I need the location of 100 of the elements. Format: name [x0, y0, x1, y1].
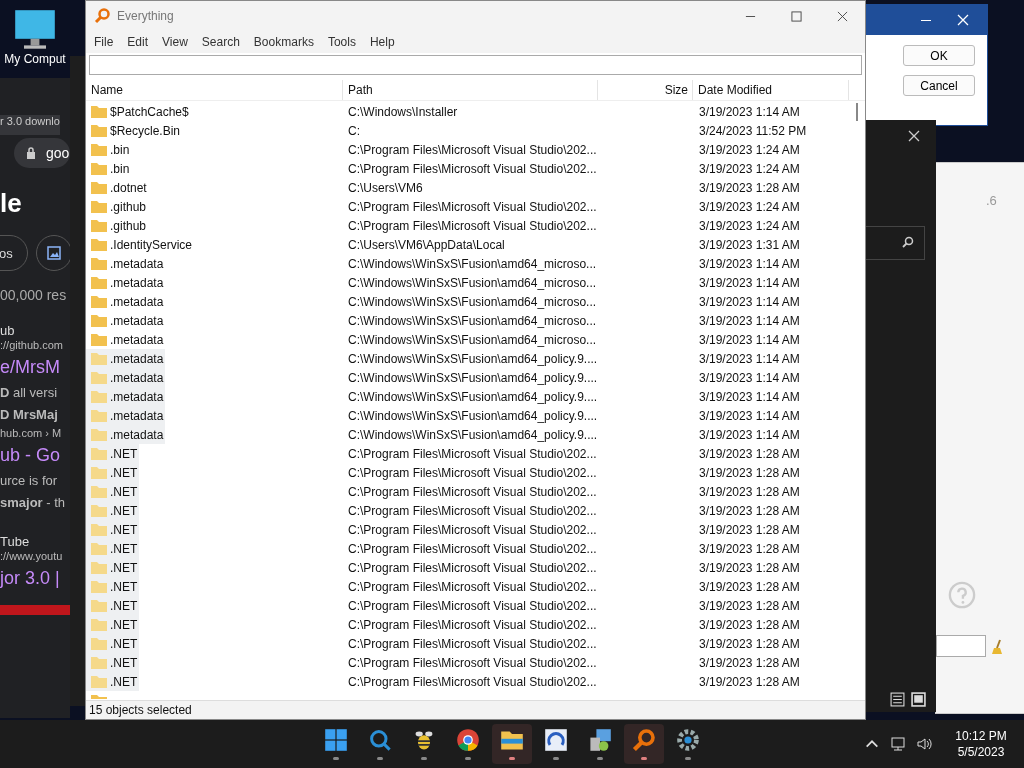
- file-name-cell[interactable]: .NET: [86, 539, 140, 558]
- browser-snippet-text: D MrsMaj: [0, 406, 58, 424]
- folder-icon: [91, 333, 107, 346]
- menu-item[interactable]: Bookmarks: [246, 35, 321, 49]
- date-cell-text: 3/19/2023 1:14 AM: [698, 313, 801, 328]
- folder-icon: [91, 618, 107, 631]
- file-name-cell[interactable]: .IdentityService: [86, 235, 195, 254]
- file-name-cell[interactable]: .NET: [86, 634, 140, 653]
- network-icon[interactable]: [890, 736, 906, 752]
- ok-button[interactable]: OK: [903, 45, 975, 66]
- file-name-cell[interactable]: .dotnet: [86, 178, 149, 197]
- file-name-cell[interactable]: .bin: [86, 140, 132, 159]
- volume-icon[interactable]: [916, 736, 932, 752]
- minimize-icon[interactable]: [921, 19, 931, 21]
- file-name-cell[interactable]: .bin: [86, 159, 132, 178]
- file-name-cell[interactable]: .NET: [86, 520, 140, 539]
- search-icon: [368, 728, 392, 752]
- date-cell-text: 3/19/2023 1:28 AM: [698, 541, 801, 556]
- folder-icon: [91, 238, 107, 251]
- date-cell-text: 3/19/2023 1:14 AM: [698, 351, 801, 366]
- path-cell-text: C:\Windows\Installer: [347, 104, 459, 119]
- folder-icon: [91, 200, 107, 213]
- file-name-cell[interactable]: .metadata: [86, 368, 166, 387]
- monitor-icon[interactable]: [13, 8, 57, 52]
- file-name-cell[interactable]: .NET: [86, 577, 140, 596]
- column-header[interactable]: Name: [86, 80, 343, 100]
- clock-time[interactable]: 10:12 PM: [955, 728, 1007, 744]
- input-field[interactable]: [936, 635, 986, 657]
- file-name-cell[interactable]: .NET: [86, 653, 140, 672]
- file-name-cell[interactable]: .metadata: [86, 406, 166, 425]
- file-name-cell[interactable]: .NET: [86, 501, 140, 520]
- close-icon[interactable]: [908, 130, 920, 142]
- file-name-cell[interactable]: .metadata: [86, 254, 166, 273]
- browser-link-text[interactable]: ub - Go: [0, 444, 61, 466]
- column-header[interactable]: Size: [598, 80, 693, 100]
- file-name-cell[interactable]: .metadata: [86, 349, 166, 368]
- date-cell-text: 3/19/2023 1:14 AM: [698, 370, 801, 385]
- file-name-cell[interactable]: .NET: [86, 672, 140, 691]
- file-name-cell[interactable]: .metadata: [86, 330, 166, 349]
- file-name-cell[interactable]: .metadata: [86, 311, 166, 330]
- folder-icon: [91, 504, 107, 517]
- file-name-cell[interactable]: .metadata: [86, 273, 166, 292]
- image-icon: [46, 246, 61, 260]
- desktop-icon-label[interactable]: My Comput: [4, 52, 66, 66]
- chrome-icon: [456, 728, 480, 752]
- file-name-cell[interactable]: $Recycle.Bin: [86, 121, 183, 140]
- file-name-cell[interactable]: .metadata: [86, 292, 166, 311]
- file-name-cell[interactable]: .metadata: [86, 425, 166, 444]
- browser-link-text[interactable]: jor 3.0 |: [0, 567, 60, 589]
- browser-link-text[interactable]: e/MrsM: [0, 356, 60, 378]
- menu-item[interactable]: Help: [362, 35, 402, 49]
- taskbar-button[interactable]: [492, 724, 532, 764]
- settings-icon: [676, 728, 700, 752]
- file-name-cell[interactable]: .NET: [86, 482, 140, 501]
- clock-date[interactable]: 5/5/2023: [957, 744, 1005, 760]
- close-icon: [836, 10, 848, 22]
- search-field[interactable]: [89, 55, 862, 75]
- folder-icon: [91, 257, 107, 270]
- folder-icon: [91, 124, 107, 137]
- menu-item[interactable]: Tools: [320, 35, 363, 49]
- video-thumbnail-strip: [0, 605, 70, 615]
- path-cell-text: C:\Program Files\Microsoft Visual Studio\202...: [347, 522, 598, 537]
- tile-view-icon[interactable]: [911, 692, 926, 707]
- menu-item[interactable]: Search: [194, 35, 247, 49]
- path-cell-text: C:\Program Files\Microsoft Visual Studio\202...: [347, 541, 598, 556]
- file-name-cell[interactable]: .NET: [86, 596, 140, 615]
- column-header[interactable]: Path: [343, 80, 598, 100]
- menu-item[interactable]: View: [155, 35, 195, 49]
- browser-site-text: ub: [0, 323, 15, 338]
- file-name-cell[interactable]: .NET: [86, 615, 140, 634]
- file-name-cell[interactable]: .metadata: [86, 387, 166, 406]
- list-view-icon[interactable]: [890, 692, 905, 707]
- file-name-cell[interactable]: .NET: [86, 444, 140, 463]
- date-cell-text: 3/19/2023 1:14 AM: [698, 294, 801, 309]
- path-cell-text: C:\Windows\WinSxS\Fusion\amd64_policy.9....: [347, 370, 598, 385]
- cloud-app-icon: [544, 728, 568, 752]
- folder-icon: [91, 447, 107, 460]
- control-panel-icon: [588, 728, 612, 752]
- date-cell-text: 3/19/2023 1:28 AM: [698, 503, 801, 518]
- file-name-cell[interactable]: .NET: [86, 463, 140, 482]
- path-cell-text: C:\Program Files\Microsoft Visual Studio\202...: [347, 579, 598, 594]
- folder-icon: [91, 105, 107, 118]
- menu-item[interactable]: File: [87, 35, 121, 49]
- file-name-cell[interactable]: .github: [86, 216, 149, 235]
- file-name-cell[interactable]: $PatchCache$: [86, 102, 191, 121]
- date-cell-text: 3/19/2023 1:28 AM: [698, 465, 801, 480]
- menu-item[interactable]: Edit: [120, 35, 156, 49]
- path-cell-text: C:\Program Files\Microsoft Visual Studio\202...: [347, 617, 598, 632]
- version-text: .6: [986, 193, 997, 208]
- cancel-button[interactable]: Cancel: [903, 75, 975, 96]
- date-cell-text: 3/19/2023 1:28 AM: [698, 579, 801, 594]
- folder-icon: [91, 295, 107, 308]
- folder-icon: [91, 656, 107, 669]
- column-header[interactable]: Date Modified: [693, 80, 849, 100]
- folder-icon: [91, 409, 107, 422]
- file-name-cell[interactable]: .NET: [86, 558, 140, 577]
- address-bar[interactable]: goo: [14, 138, 70, 168]
- path-cell-text: C:\Windows\WinSxS\Fusion\amd64_microso...: [347, 332, 598, 347]
- file-name-cell[interactable]: .github: [86, 197, 149, 216]
- browser-tab-text: r 3.0 downlo: [0, 115, 60, 135]
